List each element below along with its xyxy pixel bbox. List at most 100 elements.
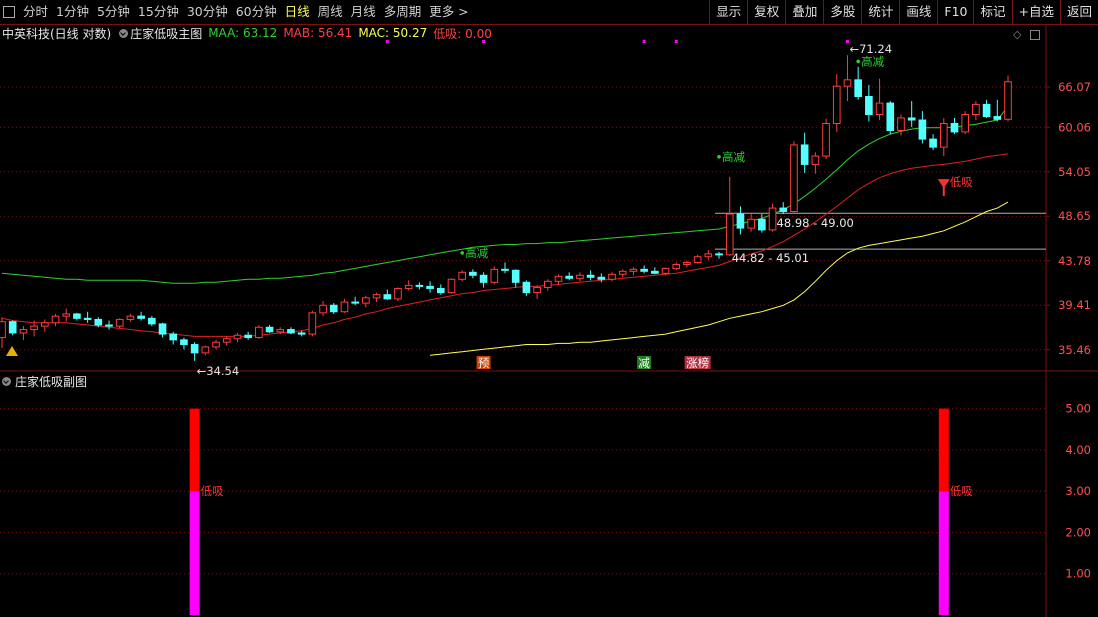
candle: [404, 280, 413, 291]
candle-body: [180, 339, 188, 346]
signal-dot: [717, 155, 721, 159]
candle-body: [244, 334, 252, 339]
candle: [415, 282, 424, 290]
candle: [383, 289, 392, 300]
candle: [169, 331, 178, 345]
candle-body: [83, 317, 92, 320]
signal-dot: [460, 251, 464, 255]
y-tick-label: 39.41: [1058, 298, 1091, 312]
candle: [501, 262, 509, 274]
candle-body: [875, 102, 884, 116]
ma-line-mab: [1, 153, 1009, 337]
candle-body: [747, 218, 755, 229]
marker-label: 预: [478, 356, 490, 370]
candle: [576, 272, 584, 282]
candle-body: [543, 280, 552, 288]
candle: [115, 318, 124, 329]
level-label: 48.98 - 49.00: [777, 216, 854, 230]
candle: [372, 292, 381, 303]
candle: [790, 141, 798, 213]
candle: [244, 331, 252, 340]
candle-body: [939, 122, 948, 148]
candle-body: [629, 268, 638, 272]
candle-body: [0, 321, 6, 339]
y-tick-label: 1.00: [1065, 567, 1091, 581]
candle: [255, 325, 263, 339]
y-tick-label: 3.00: [1065, 484, 1091, 498]
candle-body: [683, 262, 691, 265]
candle: [522, 280, 531, 296]
candle: [83, 311, 92, 323]
candle: [458, 270, 467, 282]
gao-jian-label: 高减: [722, 150, 745, 164]
candle: [651, 267, 659, 275]
candle: [319, 301, 327, 317]
candle: [233, 332, 242, 343]
candle-body: [907, 117, 916, 121]
candle-body: [608, 273, 616, 280]
candle-body: [597, 276, 606, 280]
candle: [511, 269, 520, 288]
y-tick-label: 4.00: [1065, 443, 1091, 457]
candle: [105, 320, 113, 330]
candle-body: [522, 281, 531, 294]
candle: [843, 55, 852, 102]
candle: [362, 295, 370, 308]
y-tick-label: 54.05: [1058, 165, 1091, 179]
candle: [212, 339, 220, 350]
candle: [629, 267, 638, 276]
candle: [886, 101, 895, 135]
dixi-label: 低吸: [950, 175, 973, 189]
candle-body: [790, 144, 798, 212]
candle-body: [704, 253, 713, 258]
candle: [554, 274, 563, 285]
candle-body: [190, 344, 199, 354]
candle-body: [1004, 81, 1012, 120]
candle: [308, 310, 317, 337]
candle: [297, 330, 306, 337]
candle-body: [308, 312, 317, 335]
candle: [533, 285, 541, 299]
candle-body: [105, 324, 113, 327]
kline-chart[interactable]: 66.07 60.06 54.05 48.65 43.78 39.41 35.46 44.82…: [0, 0, 1098, 617]
y-tick-label: 35.46: [1058, 343, 1091, 357]
candle-body: [73, 313, 81, 319]
candle: [137, 311, 145, 321]
signal-bar-top: [189, 408, 200, 492]
candle-body: [351, 301, 359, 304]
candle-body: [693, 256, 702, 264]
candle: [447, 278, 456, 294]
low-price-label: ←34.54: [197, 364, 240, 378]
candle-body: [8, 321, 17, 334]
candle: [8, 320, 17, 336]
candle: [426, 281, 434, 293]
candle: [897, 114, 905, 136]
candle-body: [768, 207, 777, 231]
candle-body: [832, 85, 841, 124]
candle: [811, 152, 820, 174]
candle-body: [897, 117, 905, 132]
candle: [875, 78, 884, 121]
candle-body: [490, 268, 499, 283]
candle-body: [415, 284, 424, 287]
candle: [939, 117, 948, 157]
candle: [929, 134, 937, 151]
candle-body: [404, 284, 413, 289]
candle: [993, 99, 1002, 122]
candle-body: [62, 313, 71, 317]
candle-body: [586, 274, 595, 278]
candle: [0, 317, 6, 349]
candle-body: [758, 218, 766, 231]
candle-body: [779, 207, 788, 212]
candle: [683, 260, 691, 268]
candle: [265, 325, 274, 333]
candle-body: [436, 287, 445, 294]
candle: [148, 316, 156, 327]
candle: [126, 313, 135, 322]
candle-body: [458, 271, 467, 280]
candle-body: [811, 155, 820, 165]
candle-body: [30, 325, 38, 331]
marker-label: 涨榜: [686, 356, 709, 370]
signal-dot: [385, 40, 389, 43]
candle: [736, 206, 745, 235]
